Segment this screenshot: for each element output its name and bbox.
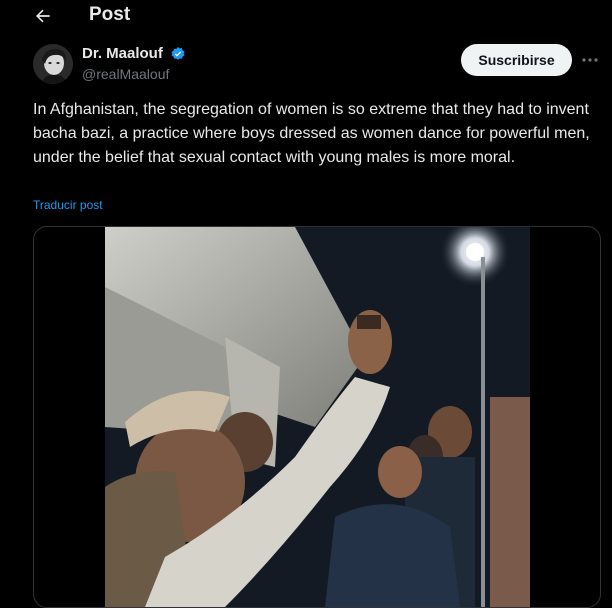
back-button[interactable]	[30, 3, 56, 29]
author-name[interactable]: Dr. Maalouf	[82, 45, 163, 62]
arrow-left-icon	[36, 9, 50, 23]
more-options-button[interactable]	[580, 52, 600, 68]
verified-badge-icon	[171, 47, 185, 60]
avatar-image	[33, 44, 73, 84]
post-media[interactable]	[33, 226, 601, 608]
post-text: In Afghanistan, the segregation of women…	[33, 101, 590, 166]
author-handle[interactable]: @realMaalouf	[82, 66, 169, 82]
top-bar: Post	[0, 0, 612, 32]
video-thumbnail[interactable]	[105, 227, 530, 607]
translate-post-link[interactable]: Traducir post	[33, 198, 103, 212]
subscribe-button[interactable]: Suscribirse	[461, 44, 572, 76]
more-horizontal-icon	[582, 58, 598, 62]
page-title: Post	[89, 4, 131, 25]
avatar[interactable]	[33, 44, 73, 84]
